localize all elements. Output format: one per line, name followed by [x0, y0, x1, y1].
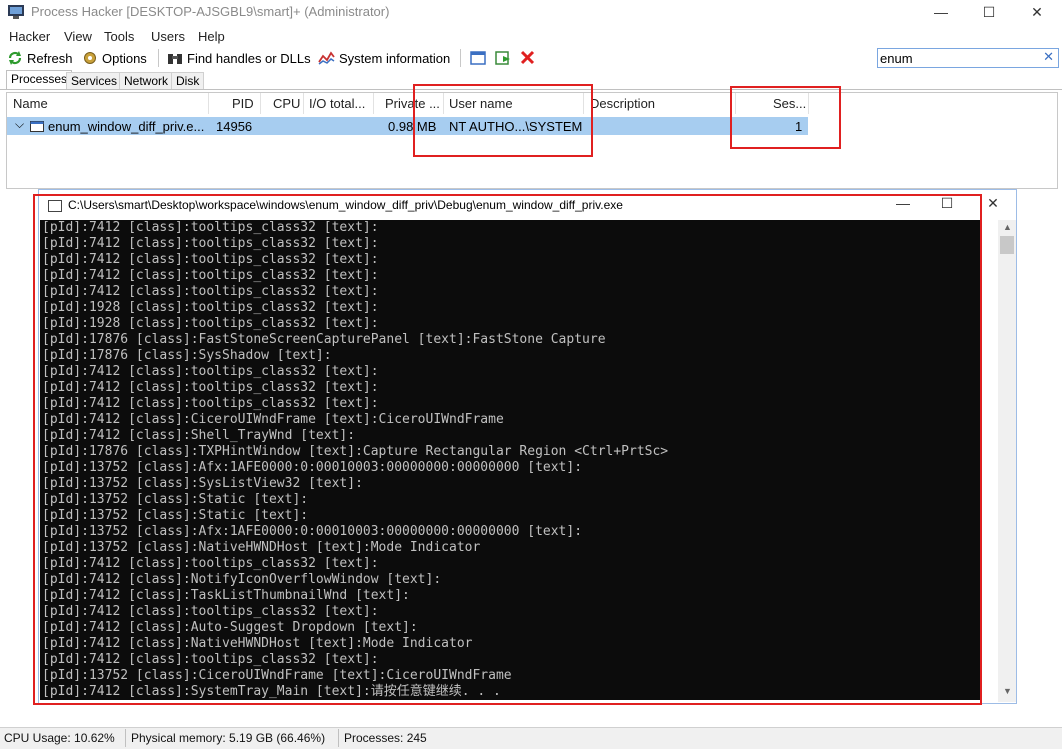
- tab-disk[interactable]: Disk: [171, 72, 205, 90]
- highlight-box-session: [730, 86, 841, 149]
- chart-icon: [318, 51, 335, 65]
- options-button[interactable]: Options: [82, 49, 147, 67]
- scroll-thumb[interactable]: [1000, 236, 1014, 254]
- find-handles-button[interactable]: Find handles or DLLs: [167, 49, 311, 67]
- tab-processes[interactable]: Processes: [6, 70, 73, 90]
- window-title: Process Hacker [DESKTOP-AJSGBL9\smart]+ …: [31, 4, 390, 19]
- maximize-button[interactable]: ☐: [966, 0, 1012, 24]
- status-separator: [125, 729, 126, 747]
- process-name: enum_window_diff_priv.e...: [48, 119, 205, 134]
- column-divider[interactable]: [373, 93, 374, 114]
- minimize-button[interactable]: —: [918, 0, 964, 24]
- column-divider[interactable]: [260, 93, 261, 114]
- window-icon[interactable]: [470, 50, 486, 66]
- column-pid[interactable]: PID: [232, 96, 254, 111]
- window-arrow-icon[interactable]: [495, 50, 511, 66]
- toolbar-separator: [460, 49, 461, 67]
- menu-help[interactable]: Help: [198, 29, 225, 44]
- column-divider[interactable]: [208, 93, 209, 114]
- gear-icon: [84, 52, 96, 64]
- options-label: Options: [102, 50, 147, 66]
- terminate-icon[interactable]: [520, 50, 535, 65]
- highlight-box-user-name: [413, 84, 593, 157]
- scroll-down-icon[interactable]: ▼: [1003, 686, 1012, 696]
- refresh-icon: [8, 51, 22, 65]
- column-divider[interactable]: [303, 93, 304, 114]
- highlight-box-console: [33, 194, 982, 705]
- search-box[interactable]: ✕: [877, 48, 1059, 68]
- status-separator: [338, 729, 339, 747]
- menu-users[interactable]: Users: [151, 29, 185, 44]
- menu-tools[interactable]: Tools: [104, 29, 134, 44]
- console-scrollbar[interactable]: ▲ ▼: [998, 220, 1016, 702]
- refresh-button[interactable]: Refresh: [7, 49, 73, 67]
- process-pid: 14956: [216, 119, 253, 134]
- column-description[interactable]: Description: [590, 96, 655, 111]
- scroll-up-icon[interactable]: ▲: [1003, 222, 1012, 232]
- find-handles-label: Find handles or DLLs: [187, 50, 311, 66]
- tab-services[interactable]: Services: [66, 72, 123, 90]
- process-icon: [30, 121, 44, 132]
- menu-hacker[interactable]: Hacker: [9, 29, 50, 44]
- tab-network[interactable]: Network: [119, 72, 174, 90]
- toolbar-separator: [158, 49, 159, 67]
- column-name[interactable]: Name: [13, 96, 48, 111]
- clear-search-icon[interactable]: ✕: [1043, 49, 1054, 65]
- system-information-label: System information: [339, 50, 451, 66]
- column-io-total[interactable]: I/O total...: [309, 96, 365, 111]
- app-icon: [8, 5, 24, 19]
- refresh-label: Refresh: [27, 50, 73, 66]
- close-button[interactable]: ✕: [1014, 0, 1060, 24]
- system-information-button[interactable]: System information: [318, 49, 450, 67]
- status-cpu-usage: CPU Usage: 10.62%: [4, 731, 115, 745]
- status-physical-memory: Physical memory: 5.19 GB (66.46%): [131, 731, 326, 745]
- chevron-down-icon[interactable]: ⌵: [15, 117, 24, 132]
- search-input[interactable]: [880, 49, 1036, 67]
- binoculars-icon: [168, 54, 182, 64]
- menu-view[interactable]: View: [64, 29, 92, 44]
- status-process-count: Processes: 245: [344, 731, 427, 745]
- column-cpu[interactable]: CPU: [273, 96, 300, 111]
